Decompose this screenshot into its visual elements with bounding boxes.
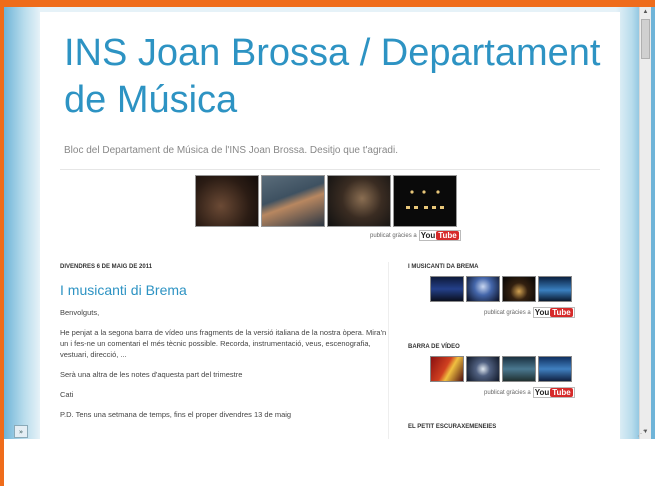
widget-musicanti: I MUSICANTI DA BREMA publicat gràcies a …	[408, 264, 608, 318]
expand-icon[interactable]: »	[14, 425, 28, 438]
widget-video-bar: BARRA DE VÍDEO publicat gràcies a You Tub…	[408, 344, 608, 398]
youtube-logo-icon[interactable]: You Tube	[532, 387, 575, 398]
video-thumbnail[interactable]	[502, 276, 536, 302]
vertical-scrollbar[interactable]: ▲ ▼	[639, 7, 651, 439]
post-paragraph: He penjat a la segona barra de vídeo uns…	[60, 328, 387, 359]
post-title[interactable]: I musicanti di Brema	[60, 282, 390, 298]
scrollbar-thumb[interactable]	[641, 19, 650, 59]
widget-title: BARRA DE VÍDEO	[408, 344, 460, 350]
blog-description: Bloc del Departament de Música de l'INS …	[64, 145, 398, 156]
post-body: Benvolguts, He penjat a la segona barra …	[60, 307, 390, 420]
header-divider	[60, 169, 600, 170]
resize-grip-icon[interactable]: ⋰	[637, 429, 651, 439]
browser-viewport: INS Joan Brossa / Departament de Música …	[4, 7, 655, 439]
widget-petit-escuraxemeneies: EL PETIT ESCURAXEMENEIES	[408, 424, 608, 430]
credit-text: publicat gràcies a	[484, 389, 531, 396]
youtube-logo-icon[interactable]: You Tube	[532, 307, 575, 318]
blank-area	[4, 439, 655, 486]
video-thumbnail[interactable]	[502, 356, 536, 382]
youtube-logo-icon[interactable]: You Tube	[418, 230, 461, 241]
credit-text: publicat gràcies a	[370, 232, 417, 239]
title-card-graphic	[406, 190, 444, 209]
widget-title: EL PETIT ESCURAXEMENEIES	[408, 424, 497, 430]
video-thumbnail[interactable]	[538, 356, 572, 382]
blog-page: INS Joan Brossa / Departament de Música …	[40, 12, 620, 439]
main-column: DIVENDRES 6 DE MAIG DE 2011 I musicanti …	[60, 264, 390, 429]
post-postscript: P.D. Tens una setmana de temps, fins el …	[60, 410, 292, 419]
post-greeting: Benvolguts,	[60, 308, 100, 317]
header-video-strip	[195, 175, 457, 227]
video-thumbnail-orchestra[interactable]	[195, 175, 259, 227]
video-thumbnail[interactable]	[538, 276, 572, 302]
video-thumbnail-singers[interactable]	[261, 175, 325, 227]
scroll-up-icon[interactable]: ▲	[640, 7, 651, 17]
widget-title: I MUSICANTI DA BREMA	[408, 264, 479, 270]
widget-youtube-credit[interactable]: publicat gràcies a You Tube	[484, 307, 575, 318]
post-date: DIVENDRES 6 DE MAIG DE 2011	[60, 264, 153, 270]
post-signature: Cati	[60, 390, 74, 399]
video-thumbnail-conductor[interactable]	[327, 175, 391, 227]
column-divider	[388, 262, 389, 439]
widget-youtube-credit[interactable]: publicat gràcies a You Tube	[484, 387, 575, 398]
post-paragraph: Serà una altra de les notes d'aquesta pa…	[60, 370, 243, 379]
video-thumbnail-title-card[interactable]	[393, 175, 457, 227]
video-thumbnail[interactable]	[430, 276, 464, 302]
video-thumbnail[interactable]	[430, 356, 464, 382]
blog-title[interactable]: INS Joan Brossa / Departament de Música	[64, 30, 614, 124]
video-thumbnail[interactable]	[466, 356, 500, 382]
header-youtube-credit[interactable]: publicat gràcies a You Tube	[370, 230, 461, 241]
widget-video-strip	[430, 276, 572, 302]
credit-text: publicat gràcies a	[484, 309, 531, 316]
widget-video-strip	[430, 356, 572, 382]
video-thumbnail[interactable]	[466, 276, 500, 302]
